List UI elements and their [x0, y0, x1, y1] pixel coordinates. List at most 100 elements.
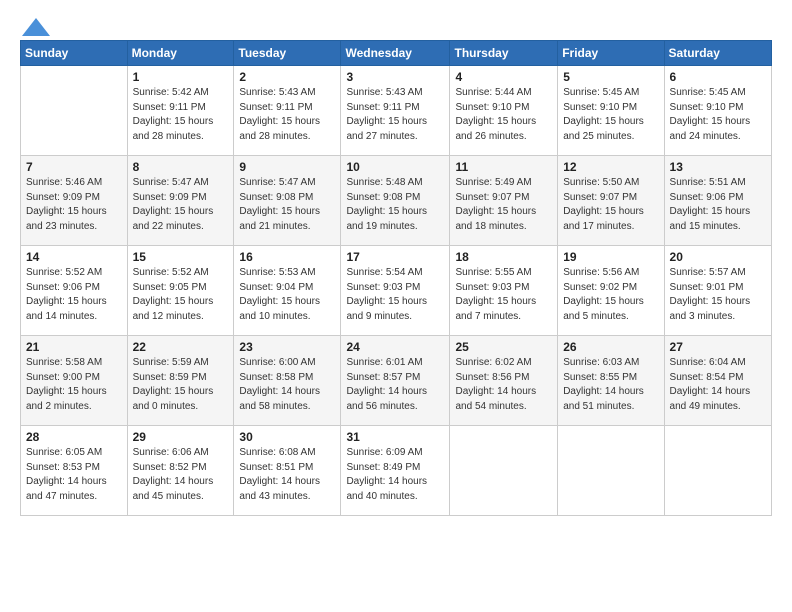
calendar-cell	[664, 426, 771, 516]
day-info: Sunrise: 5:43 AM Sunset: 9:11 PM Dayligh…	[239, 86, 335, 144]
calendar-cell: 16 Sunrise: 5:53 AM Sunset: 9:04 PM Dayli…	[234, 246, 341, 336]
day-info: Sunrise: 5:52 AM Sunset: 9:05 PM Dayligh…	[133, 266, 229, 324]
logo-icon	[22, 18, 50, 36]
day-number: 26	[563, 340, 658, 354]
day-number: 28	[26, 430, 122, 444]
day-info: Sunrise: 5:45 AM Sunset: 9:10 PM Dayligh…	[670, 86, 766, 144]
day-info: Sunrise: 5:53 AM Sunset: 9:04 PM Dayligh…	[239, 266, 335, 324]
calendar-cell: 8 Sunrise: 5:47 AM Sunset: 9:09 PM Daylig…	[127, 156, 234, 246]
logo	[20, 16, 50, 32]
day-number: 13	[670, 160, 766, 174]
calendar-week-row: 14Sunrise: 5:52 AM Sunset: 9:06 PM Dayli…	[21, 246, 772, 336]
day-number: 1	[133, 70, 229, 84]
day-info: Sunrise: 5:56 AM Sunset: 9:02 PM Dayligh…	[563, 266, 658, 324]
weekday-header: Saturday	[664, 41, 771, 66]
calendar-cell: 18Sunrise: 5:55 AM Sunset: 9:03 PM Dayli…	[450, 246, 558, 336]
day-info: Sunrise: 5:51 AM Sunset: 9:06 PM Dayligh…	[670, 176, 766, 234]
day-info: Sunrise: 6:08 AM Sunset: 8:51 PM Dayligh…	[239, 446, 335, 504]
calendar-cell: 19 Sunrise: 5:56 AM Sunset: 9:02 PM Dayli…	[558, 246, 664, 336]
calendar-cell: 17 Sunrise: 5:54 AM Sunset: 9:03 PM Dayli…	[341, 246, 450, 336]
day-info: Sunrise: 6:03 AM Sunset: 8:55 PM Dayligh…	[563, 356, 658, 414]
day-number: 3	[346, 70, 444, 84]
weekday-header: Tuesday	[234, 41, 341, 66]
day-info: Sunrise: 5:47 AM Sunset: 9:09 PM Dayligh…	[133, 176, 229, 234]
calendar-cell: 10 Sunrise: 5:48 AM Sunset: 9:08 PM Dayli…	[341, 156, 450, 246]
day-info: Sunrise: 5:47 AM Sunset: 9:08 PM Dayligh…	[239, 176, 335, 234]
calendar-cell: 21 Sunrise: 5:58 AM Sunset: 9:00 PM Dayli…	[21, 336, 128, 426]
day-number: 7	[26, 160, 122, 174]
calendar-cell: 7 Sunrise: 5:46 AM Sunset: 9:09 PM Daylig…	[21, 156, 128, 246]
day-number: 19	[563, 250, 658, 264]
calendar-week-row: 1Sunrise: 5:42 AM Sunset: 9:11 PM Daylig…	[21, 66, 772, 156]
day-info: Sunrise: 5:49 AM Sunset: 9:07 PM Dayligh…	[455, 176, 552, 234]
day-number: 16	[239, 250, 335, 264]
calendar-cell: 12Sunrise: 5:50 AM Sunset: 9:07 PM Dayli…	[558, 156, 664, 246]
day-number: 30	[239, 430, 335, 444]
day-info: Sunrise: 6:06 AM Sunset: 8:52 PM Dayligh…	[133, 446, 229, 504]
calendar-cell: 9 Sunrise: 5:47 AM Sunset: 9:08 PM Daylig…	[234, 156, 341, 246]
calendar-cell: 3 Sunrise: 5:43 AM Sunset: 9:11 PM Daylig…	[341, 66, 450, 156]
calendar-cell: 22Sunrise: 5:59 AM Sunset: 8:59 PM Dayli…	[127, 336, 234, 426]
day-number: 6	[670, 70, 766, 84]
day-number: 14	[26, 250, 122, 264]
day-info: Sunrise: 6:05 AM Sunset: 8:53 PM Dayligh…	[26, 446, 122, 504]
calendar-cell: 23 Sunrise: 6:00 AM Sunset: 8:58 PM Dayli…	[234, 336, 341, 426]
calendar-cell: 11 Sunrise: 5:49 AM Sunset: 9:07 PM Dayli…	[450, 156, 558, 246]
calendar-cell: 26 Sunrise: 6:03 AM Sunset: 8:55 PM Dayli…	[558, 336, 664, 426]
calendar-cell: 1Sunrise: 5:42 AM Sunset: 9:11 PM Daylig…	[127, 66, 234, 156]
calendar-week-row: 28 Sunrise: 6:05 AM Sunset: 8:53 PM Dayli…	[21, 426, 772, 516]
day-number: 2	[239, 70, 335, 84]
day-info: Sunrise: 6:00 AM Sunset: 8:58 PM Dayligh…	[239, 356, 335, 414]
day-number: 24	[346, 340, 444, 354]
calendar: SundayMondayTuesdayWednesdayThursdayFrid…	[20, 40, 772, 516]
calendar-cell: 27 Sunrise: 6:04 AM Sunset: 8:54 PM Dayli…	[664, 336, 771, 426]
day-number: 12	[563, 160, 658, 174]
day-info: Sunrise: 5:57 AM Sunset: 9:01 PM Dayligh…	[670, 266, 766, 324]
calendar-cell: 4Sunrise: 5:44 AM Sunset: 9:10 PM Daylig…	[450, 66, 558, 156]
day-number: 20	[670, 250, 766, 264]
weekday-header: Thursday	[450, 41, 558, 66]
day-info: Sunrise: 5:58 AM Sunset: 9:00 PM Dayligh…	[26, 356, 122, 414]
calendar-cell: 31 Sunrise: 6:09 AM Sunset: 8:49 PM Dayli…	[341, 426, 450, 516]
day-number: 21	[26, 340, 122, 354]
day-info: Sunrise: 5:48 AM Sunset: 9:08 PM Dayligh…	[346, 176, 444, 234]
calendar-cell: 13 Sunrise: 5:51 AM Sunset: 9:06 PM Dayli…	[664, 156, 771, 246]
calendar-week-row: 7 Sunrise: 5:46 AM Sunset: 9:09 PM Daylig…	[21, 156, 772, 246]
calendar-cell	[558, 426, 664, 516]
calendar-cell: 24 Sunrise: 6:01 AM Sunset: 8:57 PM Dayli…	[341, 336, 450, 426]
calendar-cell	[450, 426, 558, 516]
day-info: Sunrise: 6:02 AM Sunset: 8:56 PM Dayligh…	[455, 356, 552, 414]
calendar-cell: 6 Sunrise: 5:45 AM Sunset: 9:10 PM Daylig…	[664, 66, 771, 156]
day-number: 25	[455, 340, 552, 354]
weekday-header: Monday	[127, 41, 234, 66]
day-number: 17	[346, 250, 444, 264]
day-number: 11	[455, 160, 552, 174]
day-number: 8	[133, 160, 229, 174]
calendar-cell: 30 Sunrise: 6:08 AM Sunset: 8:51 PM Dayli…	[234, 426, 341, 516]
day-number: 9	[239, 160, 335, 174]
weekday-header: Wednesday	[341, 41, 450, 66]
header	[20, 16, 772, 32]
day-number: 15	[133, 250, 229, 264]
calendar-header-row: SundayMondayTuesdayWednesdayThursdayFrid…	[21, 41, 772, 66]
calendar-cell	[21, 66, 128, 156]
day-info: Sunrise: 5:55 AM Sunset: 9:03 PM Dayligh…	[455, 266, 552, 324]
day-number: 29	[133, 430, 229, 444]
calendar-cell: 14Sunrise: 5:52 AM Sunset: 9:06 PM Dayli…	[21, 246, 128, 336]
calendar-cell: 2 Sunrise: 5:43 AM Sunset: 9:11 PM Daylig…	[234, 66, 341, 156]
calendar-cell: 28 Sunrise: 6:05 AM Sunset: 8:53 PM Dayli…	[21, 426, 128, 516]
day-info: Sunrise: 6:01 AM Sunset: 8:57 PM Dayligh…	[346, 356, 444, 414]
day-info: Sunrise: 5:43 AM Sunset: 9:11 PM Dayligh…	[346, 86, 444, 144]
day-info: Sunrise: 5:54 AM Sunset: 9:03 PM Dayligh…	[346, 266, 444, 324]
day-number: 31	[346, 430, 444, 444]
calendar-cell: 29 Sunrise: 6:06 AM Sunset: 8:52 PM Dayli…	[127, 426, 234, 516]
day-number: 4	[455, 70, 552, 84]
day-number: 22	[133, 340, 229, 354]
day-info: Sunrise: 5:46 AM Sunset: 9:09 PM Dayligh…	[26, 176, 122, 234]
day-info: Sunrise: 6:09 AM Sunset: 8:49 PM Dayligh…	[346, 446, 444, 504]
day-number: 23	[239, 340, 335, 354]
day-number: 27	[670, 340, 766, 354]
day-number: 10	[346, 160, 444, 174]
page: SundayMondayTuesdayWednesdayThursdayFrid…	[0, 0, 792, 612]
day-info: Sunrise: 6:04 AM Sunset: 8:54 PM Dayligh…	[670, 356, 766, 414]
